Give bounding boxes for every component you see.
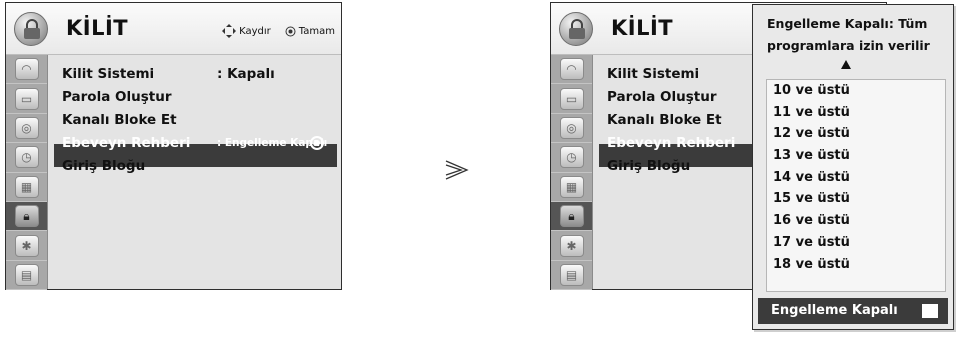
- picture-satellite-icon[interactable]: ◠: [551, 55, 592, 85]
- lock-icon[interactable]: 🔒︎: [551, 201, 592, 232]
- menu-item-label: Ebeveyn Rehberi: [607, 135, 736, 151]
- menu-item-block-channel[interactable]: Kanalı Bloke Et: [607, 109, 735, 132]
- bluetooth-icon[interactable]: ✱: [6, 231, 47, 261]
- clapperboard-icon[interactable]: ▤: [6, 261, 47, 291]
- age-option[interactable]: 11 ve üstü: [767, 102, 945, 124]
- menu-item-label: Kilit Sistemi: [62, 66, 155, 82]
- menu-item-lock-system[interactable]: Kilit Sistemi: [607, 63, 735, 86]
- keypad-icon[interactable]: ▦: [6, 173, 47, 202]
- bluetooth-icon[interactable]: ✱: [551, 231, 592, 261]
- menu-item-label: Kilit Sistemi: [607, 66, 700, 82]
- menu-item-input-block[interactable]: Giriş Bloğu: [62, 155, 332, 178]
- menu-item-label: Giriş Bloğu: [62, 158, 146, 174]
- lock-menu-screen-left: KİLİT Kaydır Tamam ◠ ▭ ◎ ◷ ▦ 🔒︎ ✱ ▤ Kili…: [5, 2, 342, 291]
- lock-badge-icon: [14, 12, 48, 46]
- menu-item-label: Kanalı Bloke Et: [62, 112, 177, 128]
- menu-item-label: Giriş Bloğu: [607, 158, 691, 174]
- speaker-icon[interactable]: ◎: [551, 114, 592, 144]
- tv-screen-icon[interactable]: ▭: [551, 84, 592, 114]
- checkbox-icon[interactable]: [922, 304, 938, 318]
- menu-header: KİLİT Kaydır Tamam: [6, 3, 341, 55]
- age-option[interactable]: 18 ve üstü: [767, 254, 945, 276]
- menu-item-lock-system[interactable]: Kilit Sistemi : Kapalı: [62, 63, 332, 86]
- popup-description: Engelleme Kapalı: Tüm programlara izin v…: [767, 13, 947, 57]
- menu-item-label: Parola Oluştur: [62, 89, 172, 105]
- age-option[interactable]: 10 ve üstü: [767, 80, 945, 102]
- ok-select-icon[interactable]: [310, 136, 324, 150]
- menu-item-value: : Kapalı: [217, 66, 275, 82]
- clock-icon[interactable]: ◷: [551, 143, 592, 173]
- menu-item-label: Kanalı Bloke Et: [607, 112, 722, 128]
- age-option[interactable]: 16 ve üstü: [767, 210, 945, 232]
- greater-than-arrow-icon: [445, 160, 469, 180]
- age-option[interactable]: 13 ve üstü: [767, 145, 945, 167]
- age-option[interactable]: 14 ve üstü: [767, 167, 945, 189]
- popup-description-line: programlara izin verilir: [767, 38, 930, 53]
- age-option[interactable]: 17 ve üstü: [767, 232, 945, 254]
- page-title: KİLİT: [611, 16, 674, 40]
- ok-button-icon: [285, 26, 296, 36]
- keypad-icon[interactable]: ▦: [551, 173, 592, 202]
- menu-item-label: Ebeveyn Rehberi: [62, 135, 191, 151]
- menu-item-input-block[interactable]: Giriş Bloğu: [607, 155, 735, 178]
- lock-menu-list: Kilit Sistemi Parola Oluştur Kanalı Blok…: [607, 63, 735, 178]
- age-option[interactable]: 15 ve üstü: [767, 188, 945, 210]
- tv-screen-icon[interactable]: ▭: [6, 84, 47, 114]
- blocking-off-option[interactable]: Engelleme Kapalı: [758, 298, 948, 324]
- picture-satellite-icon[interactable]: ◠: [6, 55, 47, 85]
- move-hint-label: Kaydır: [239, 25, 271, 37]
- clapperboard-icon[interactable]: ▤: [551, 261, 592, 291]
- popup-description-line: Engelleme Kapalı: Tüm: [767, 16, 928, 31]
- page-title: KİLİT: [66, 16, 129, 40]
- age-rating-list: 10 ve üstü 11 ve üstü 12 ve üstü 13 ve ü…: [766, 79, 946, 292]
- speaker-icon[interactable]: ◎: [6, 114, 47, 144]
- clock-icon[interactable]: ◷: [6, 143, 47, 173]
- ok-hint-label: Tamam: [298, 25, 335, 37]
- category-sidebar: ◠ ▭ ◎ ◷ ▦ 🔒︎ ✱ ▤: [551, 55, 593, 291]
- blocking-off-label: Engelleme Kapalı: [771, 303, 898, 318]
- category-sidebar: ◠ ▭ ◎ ◷ ▦ 🔒︎ ✱ ▤: [6, 55, 48, 291]
- menu-item-parental-guidance[interactable]: Ebeveyn Rehberi : Engelleme Kapalı: [62, 132, 332, 155]
- menu-item-set-password[interactable]: Parola Oluştur: [607, 86, 735, 109]
- menu-item-set-password[interactable]: Parola Oluştur: [62, 86, 332, 109]
- parental-guidance-popup: Engelleme Kapalı: Tüm programlara izin v…: [752, 4, 954, 330]
- lock-menu-list: Kilit Sistemi : Kapalı Parola Oluştur Ka…: [62, 63, 332, 178]
- navigation-hint: Kaydır Tamam: [222, 24, 335, 38]
- menu-item-label: Parola Oluştur: [607, 89, 717, 105]
- lock-badge-icon: [559, 12, 593, 46]
- lock-icon[interactable]: 🔒︎: [6, 201, 47, 232]
- menu-item-block-channel[interactable]: Kanalı Bloke Et: [62, 109, 332, 132]
- age-option[interactable]: 12 ve üstü: [767, 123, 945, 145]
- pointer-up-icon: [841, 60, 851, 69]
- move-arrows-icon: [222, 24, 237, 38]
- menu-item-parental-guidance[interactable]: Ebeveyn Rehberi: [607, 132, 735, 155]
